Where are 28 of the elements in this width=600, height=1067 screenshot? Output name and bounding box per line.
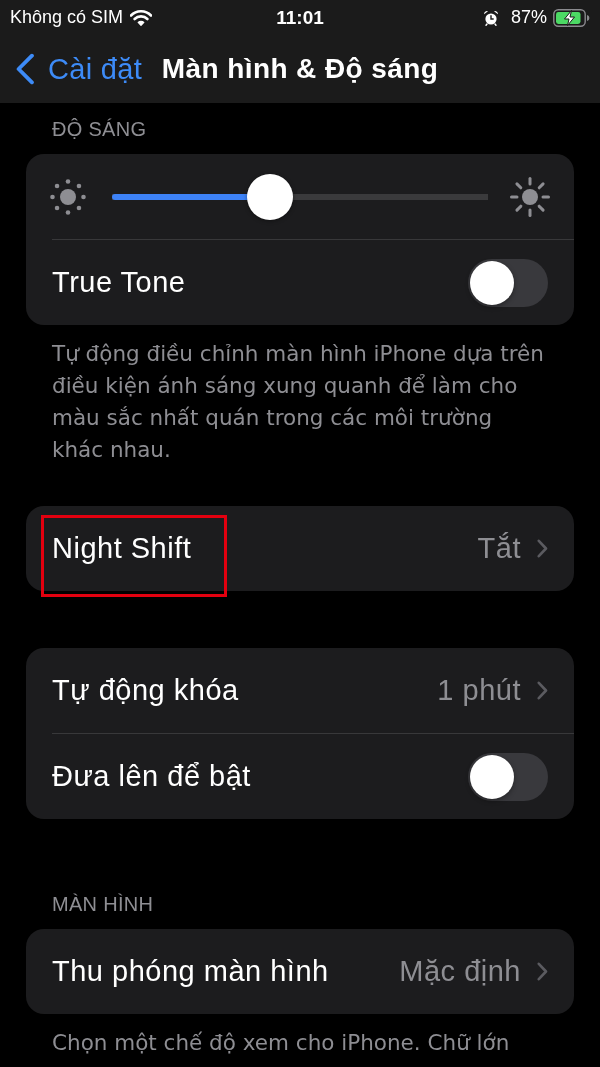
bright-sun-icon [510,176,550,217]
row-label: True Tone [52,266,187,299]
chevron-icon [537,681,548,700]
alarm-clock-icon [482,9,499,26]
back-label[interactable]: Cài đặt [48,52,142,86]
row-value: Mặc định [399,955,521,988]
toggle-switch[interactable] [468,258,548,307]
section-footer: Tự động điều chỉnh màn hình iPhone dựa trên điều kiện ánh sáng xung quanh để làm cho màu sắc nhất quán trong các môi trường khác nhau. [26,325,574,466]
row-value: 1 phút [437,674,521,707]
section-footer: Chọn một chế độ xem cho iPhone. Chữ lớn [26,1014,574,1059]
chevron-icon [537,539,548,558]
section-header: ĐỘ SÁNG [51,117,148,142]
carrier-label: Không có SIM [10,7,124,28]
row-label[interactable]: Night Shift [52,532,462,565]
row-value: Tắt [477,532,521,565]
clock-time: 11:01 [276,6,324,29]
dim-sun-icon [50,178,86,215]
row-label[interactable]: Tự động khóa [52,674,422,707]
back-button[interactable]: Cài đặt [0,52,142,86]
wifi-icon [130,9,153,26]
chevron-icon [537,962,548,981]
back-chevron-icon [15,53,35,85]
section-header: MÀN HÌNH [51,892,155,917]
toggle-switch[interactable] [468,752,548,801]
row-label[interactable]: Thu phóng màn hình [52,955,384,988]
row-label: Đưa lên để bật [52,760,252,793]
battery-percentage: 87% [510,7,547,28]
page-title: Màn hình & Độ sáng [161,53,439,85]
